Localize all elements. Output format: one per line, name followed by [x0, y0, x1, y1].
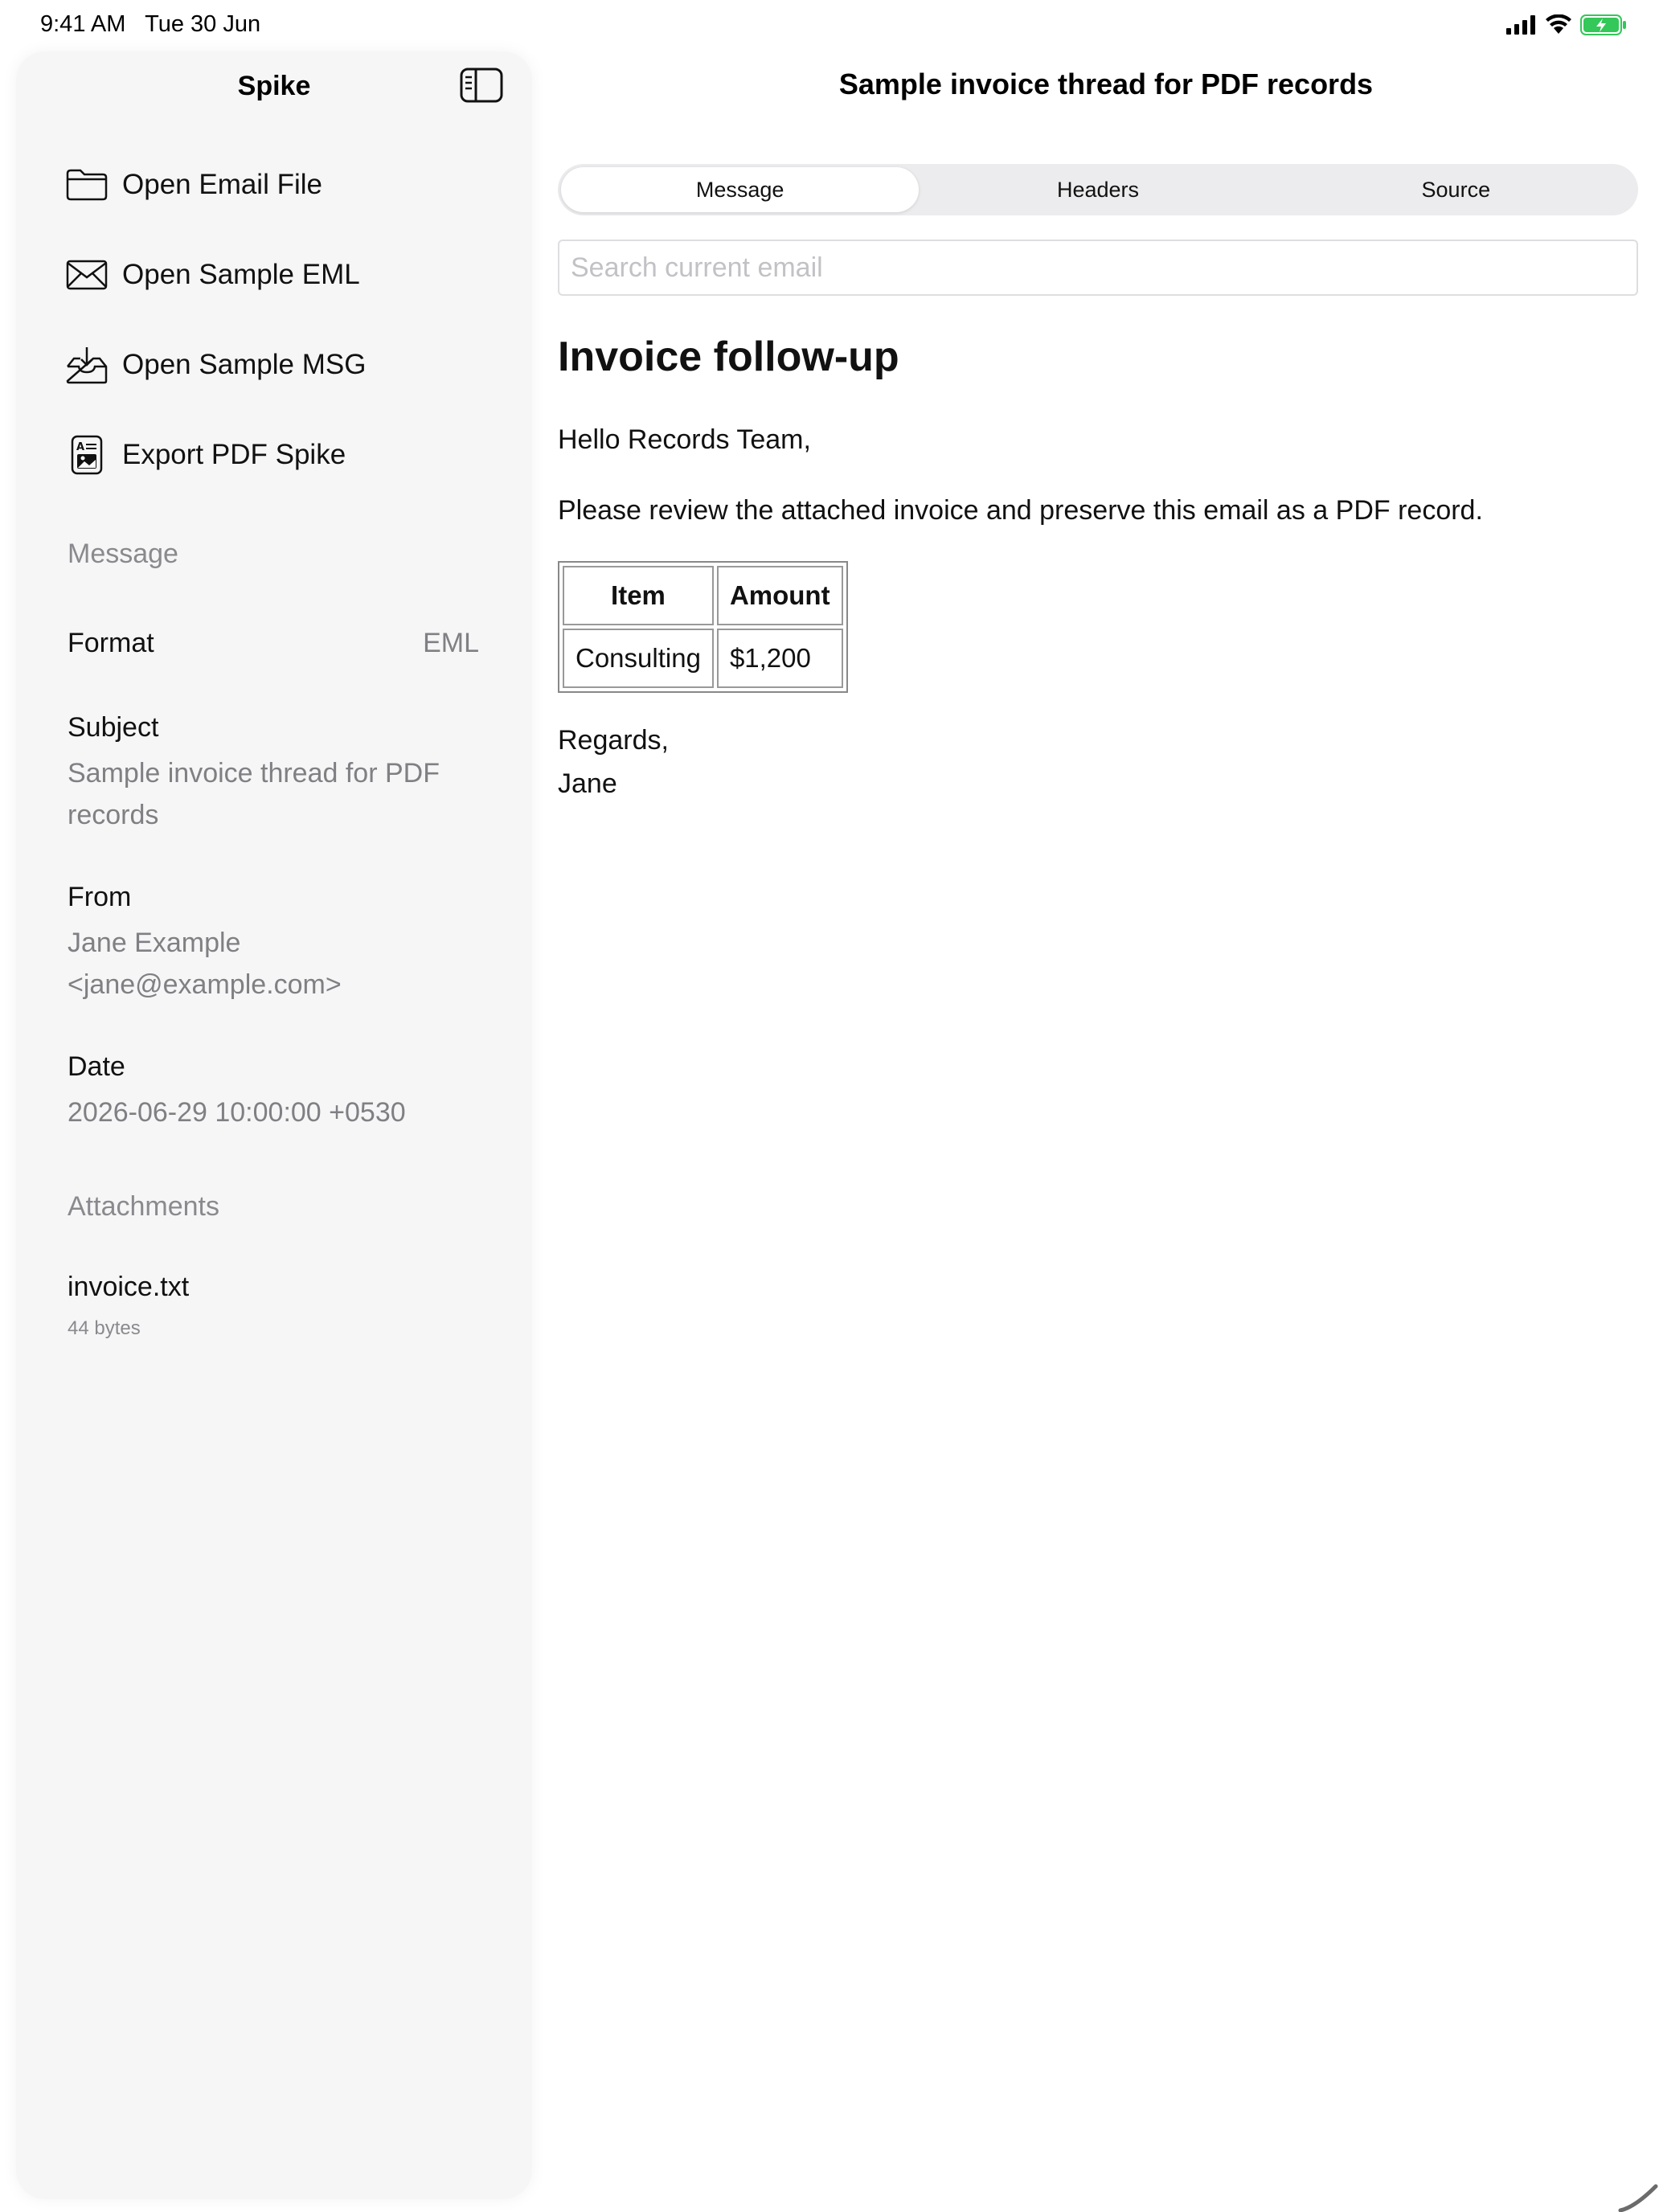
- envelope-icon: [64, 252, 109, 297]
- sidebar: Spike Open Email File Open Sample EML Op…: [16, 51, 532, 2199]
- open-email-file-button[interactable]: Open Email File: [64, 157, 514, 213]
- export-pdf-label: Export PDF Spike: [122, 439, 346, 470]
- attachments-section-header: Attachments: [68, 1191, 219, 1222]
- email-signature: Jane: [558, 768, 617, 799]
- folder-icon: [64, 162, 109, 207]
- tray-download-icon: [64, 342, 109, 387]
- sidebar-title: Spike: [237, 71, 311, 101]
- email-window-title: Sample invoice thread for PDF records: [838, 68, 1374, 100]
- open-sample-msg-label: Open Sample MSG: [122, 349, 367, 380]
- wifi-icon: [1546, 14, 1571, 34]
- export-pdf-button[interactable]: A Export PDF Spike: [64, 427, 514, 483]
- open-email-file-label: Open Email File: [122, 169, 322, 200]
- status-date: Tue 30 Jun: [145, 11, 261, 37]
- date-value: 2026-06-29 10:00:00 +0530: [68, 1097, 406, 1128]
- document-image-icon: A: [64, 432, 109, 477]
- open-sample-eml-button[interactable]: Open Sample EML: [64, 247, 514, 303]
- table-header-item: Item: [563, 566, 714, 625]
- view-segmented-control: Message Headers Source: [558, 164, 1638, 215]
- status-icons: [1506, 13, 1627, 37]
- invoice-table: Item Amount Consulting $1,200: [558, 561, 848, 693]
- email-greeting: Hello Records Team,: [558, 424, 811, 455]
- subject-label: Subject: [68, 712, 159, 743]
- table-header-row: Item Amount: [563, 566, 843, 625]
- attachment-name: invoice.txt: [68, 1272, 190, 1302]
- open-sample-eml-label: Open Sample EML: [122, 259, 360, 290]
- tab-message[interactable]: Message: [561, 167, 920, 212]
- status-time: 9:41 AM Tue 30 Jun: [40, 11, 260, 38]
- sidebar-toggle-icon[interactable]: [460, 68, 503, 103]
- svg-text:A: A: [76, 441, 84, 453]
- attachment-size: 44 bytes: [68, 1317, 141, 1339]
- table-cell-amount: $1,200: [716, 629, 843, 688]
- table-cell-item: Consulting: [563, 629, 714, 688]
- subject-value: Sample invoice thread for PDF records: [68, 758, 440, 830]
- date-label: Date: [68, 1051, 125, 1082]
- resize-handle-icon[interactable]: [1611, 2164, 1659, 2212]
- from-label: From: [68, 882, 132, 912]
- status-bar: 9:41 AM Tue 30 Jun: [0, 0, 1659, 51]
- cellular-signal-icon: [1506, 15, 1535, 35]
- status-clock: 9:41 AM: [40, 11, 126, 37]
- email-closing: Regards,: [558, 725, 669, 756]
- table-header-amount: Amount: [716, 566, 843, 625]
- open-sample-msg-button[interactable]: Open Sample MSG: [64, 337, 514, 393]
- message-section-header: Message: [68, 539, 178, 569]
- tab-headers[interactable]: Headers: [919, 167, 1276, 212]
- from-value: Jane Example <jane@example.com>: [68, 928, 342, 1000]
- email-heading: Invoice follow-up: [558, 334, 899, 380]
- tab-source[interactable]: Source: [1277, 167, 1635, 212]
- format-label: Format: [68, 628, 154, 658]
- table-row: Consulting $1,200: [563, 629, 843, 688]
- format-value: EML: [423, 628, 479, 658]
- search-input[interactable]: [558, 240, 1638, 296]
- battery-charging-icon: [1580, 14, 1626, 35]
- email-body: Please review the attached invoice and p…: [558, 495, 1483, 526]
